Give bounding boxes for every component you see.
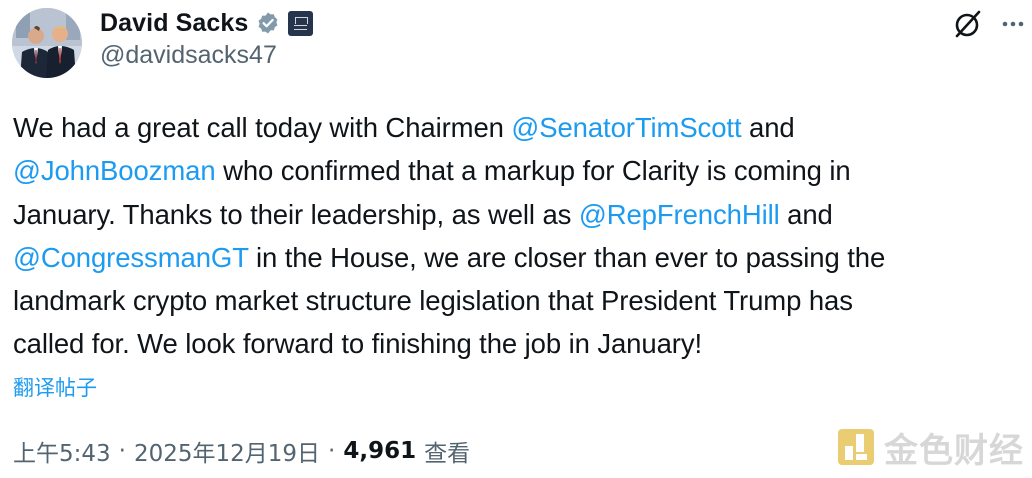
tweet-text-segment: called for. We look forward to finishing… — [13, 328, 703, 360]
mention-link[interactable]: @SenatorTimScott — [511, 112, 741, 143]
translate-post-link[interactable]: 翻译帖子 — [13, 372, 97, 402]
white-house-badge-icon[interactable] — [288, 10, 314, 36]
avatar[interactable] — [12, 8, 82, 78]
mention-link[interactable]: @JohnBoozman — [13, 155, 216, 186]
display-name[interactable]: David Sacks — [100, 9, 248, 38]
mention-link[interactable]: @CongressmanGT — [13, 242, 249, 273]
author-name-row: David Sacks — [100, 6, 314, 40]
tweet-text-line: We had a great call today with Chairmen … — [13, 106, 1023, 149]
tweet-text-segment: in the House, we are closer than ever to… — [248, 241, 886, 273]
tweet-meta: 上午5:43 · 2025年12月19日 · 4,961 查看 — [13, 434, 470, 468]
tweet-date[interactable]: 2025年12月19日 — [134, 434, 320, 468]
tweet-text: We had a great call today with Chairmen … — [13, 106, 1023, 366]
meta-separator: · — [118, 438, 126, 464]
tweet-text-segment: who confirmed that a markup for Clarity … — [215, 155, 851, 187]
golden-finance-logo — [836, 427, 876, 467]
tweet-text-segment: landmark crypto market structure legisla… — [13, 285, 853, 317]
meta-separator: · — [328, 438, 336, 464]
handle[interactable]: @davidsacks47 — [100, 41, 277, 70]
tweet-text-line: @JohnBoozman who confirmed that a markup… — [13, 149, 1023, 192]
views-count[interactable]: 4,961 — [343, 438, 416, 464]
more-icon[interactable] — [999, 10, 1027, 38]
tweet-text-line: @CongressmanGT in the House, we are clos… — [13, 236, 1023, 279]
views-label[interactable]: 查看 — [424, 434, 470, 468]
tweet-text-segment: January. Thanks to their leadership, as … — [13, 198, 579, 230]
tweet: David Sacks @davidsacks47 We had a great… — [0, 0, 1032, 478]
tweet-text-line: January. Thanks to their leadership, as … — [13, 193, 1023, 236]
tweet-text-segment: and — [779, 198, 833, 230]
mention-link[interactable]: @RepFrenchHill — [579, 199, 780, 230]
tweet-text-segment: We had a great call today with Chairmen — [13, 112, 512, 143]
grok-icon[interactable] — [952, 8, 984, 40]
tweet-text-line: landmark crypto market structure legisla… — [13, 279, 1023, 322]
watermark-text: 金色财经 — [884, 430, 1024, 471]
watermark: 金色财经 — [836, 425, 1024, 471]
tweet-time[interactable]: 上午5:43 — [13, 434, 111, 468]
tweet-text-segment: and — [741, 112, 795, 143]
tweet-text-line: called for. We look forward to finishing… — [13, 322, 1023, 365]
verified-icon[interactable] — [256, 11, 280, 35]
